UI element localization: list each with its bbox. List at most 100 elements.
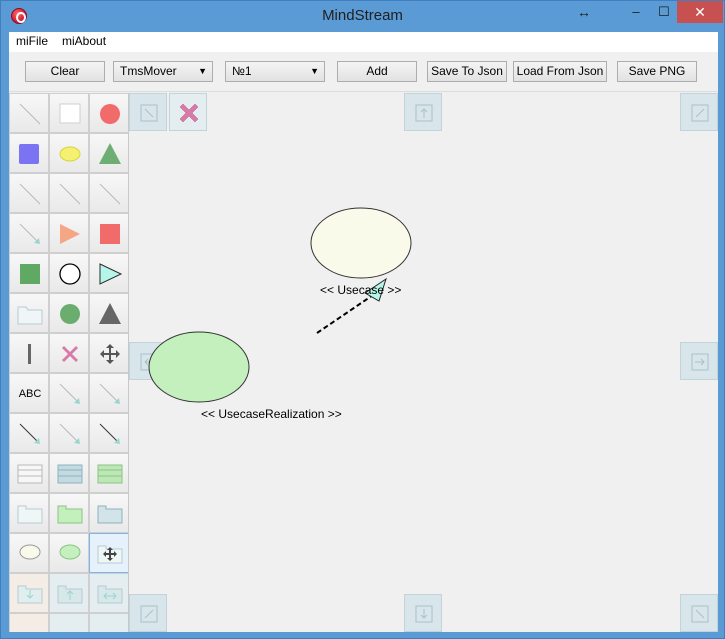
arrow-line-icon (59, 383, 80, 404)
blue-square-icon (19, 144, 39, 164)
right-triangle-tool[interactable] (49, 213, 89, 253)
chevron-down-icon: ▼ (198, 66, 207, 76)
arrow-line-tool-4[interactable] (49, 413, 89, 453)
chevron-down-icon: ▼ (310, 66, 319, 76)
add-button[interactable]: Add (337, 61, 417, 82)
menu-file[interactable]: miFile (16, 34, 48, 48)
client-area: miFile miAbout Clear TmsMover ▼ №1 ▼ Add… (9, 32, 718, 632)
package-down-tool[interactable] (9, 573, 49, 613)
package-tool[interactable] (9, 493, 49, 533)
green-circle-icon (60, 304, 80, 324)
rectangle-icon (59, 103, 81, 124)
window-title: MindStream (322, 7, 403, 24)
package-green-icon (57, 505, 83, 524)
arrow-line-tool-3[interactable] (89, 373, 128, 413)
arrow-line-icon (19, 223, 40, 244)
text-tool[interactable]: ABC (9, 373, 49, 413)
line-tool[interactable] (9, 93, 49, 133)
text-tool-label: ABC (18, 388, 42, 400)
diagram-drawing (148, 207, 412, 403)
move-icon (100, 344, 120, 364)
maximize-button[interactable]: ☐ (651, 1, 677, 23)
green-triangle-icon (99, 143, 121, 164)
circle-tool[interactable] (89, 93, 128, 133)
rectangle-tool[interactable] (49, 93, 89, 133)
title-bar: MindStream ↔ – ☐ ✕ (1, 1, 724, 32)
vertical-line-tool[interactable] (9, 333, 49, 373)
dark-arrow-icon (99, 423, 120, 444)
package-green-tool[interactable] (49, 493, 89, 533)
class-icon (17, 464, 43, 484)
palette-extra-tool-2[interactable] (49, 613, 89, 632)
diagram-canvas[interactable]: << Usecase >> << UsecaseRealization >> (129, 93, 718, 632)
number-select-value: №1 (232, 64, 252, 78)
usecase-realization-ellipse[interactable] (148, 331, 250, 403)
triangle-tool[interactable] (89, 133, 128, 173)
realization-arrow-line[interactable] (316, 292, 377, 334)
square-tool[interactable] (9, 133, 49, 173)
red-circle-icon (100, 104, 120, 124)
circle-outline-icon (59, 263, 81, 285)
palette-extra-tool-3[interactable] (89, 613, 128, 632)
gray-triangle-tool[interactable] (89, 293, 128, 333)
folder-tool[interactable] (9, 293, 49, 333)
arrow-line-icon (99, 383, 120, 404)
package-up-tool[interactable] (49, 573, 89, 613)
red-square-tool[interactable] (89, 213, 128, 253)
class-blue-icon (57, 464, 83, 484)
number-select[interactable]: №1 ▼ (225, 61, 325, 82)
line-icon (19, 183, 41, 205)
menu-about[interactable]: miAbout (62, 34, 106, 48)
line-tool-4[interactable] (89, 173, 128, 213)
green-circle-tool[interactable] (49, 293, 89, 333)
delete-icon (62, 346, 78, 362)
class-blue-tool[interactable] (49, 453, 89, 493)
class-tool[interactable] (9, 453, 49, 493)
package-move-icon (97, 545, 123, 564)
package-both-tool[interactable] (89, 573, 128, 613)
usecase-tool[interactable] (9, 533, 49, 573)
line-icon (19, 103, 41, 125)
minimize-button[interactable]: – (623, 1, 649, 23)
arrow-line-icon (59, 423, 80, 444)
arrow-line-tool[interactable] (9, 213, 49, 253)
move-tool[interactable] (89, 333, 128, 373)
usecase-ellipse[interactable] (310, 207, 412, 279)
green-square-icon (20, 264, 40, 284)
clear-button[interactable]: Clear (25, 61, 105, 82)
arrow-line-tool-2[interactable] (49, 373, 89, 413)
realization-label: << UsecaseRealization >> (201, 407, 342, 421)
toolbar: Clear TmsMover ▼ №1 ▼ Add Save To Json L… (9, 52, 718, 92)
package-down-icon (17, 585, 43, 604)
cyan-triangle-tool[interactable] (89, 253, 128, 293)
dark-arrow-tool[interactable] (9, 413, 49, 453)
mover-select[interactable]: TmsMover ▼ (113, 61, 213, 82)
ellipse-tool[interactable] (49, 133, 89, 173)
usecase-realization-icon (59, 544, 81, 560)
usecase-icon (19, 544, 41, 560)
close-button[interactable]: ✕ (677, 1, 723, 23)
save-json-button[interactable]: Save To Json (427, 61, 507, 82)
package-move-tool[interactable] (89, 533, 128, 573)
line-tool-3[interactable] (49, 173, 89, 213)
dark-arrow-tool-2[interactable] (89, 413, 128, 453)
circle-outline-tool[interactable] (49, 253, 89, 293)
palette-extra-tool-1[interactable] (9, 613, 49, 632)
tool-palette: ABC (9, 93, 129, 632)
yellow-ellipse-icon (59, 146, 81, 162)
package-blue-icon (97, 505, 123, 524)
usecase-realization-tool[interactable] (49, 533, 89, 573)
delete-tool[interactable] (49, 333, 89, 373)
app-window: MindStream ↔ – ☐ ✕ miFile miAbout Clear … (0, 0, 725, 639)
green-square-tool[interactable] (9, 253, 49, 293)
line-icon (99, 183, 121, 205)
resize-icon[interactable]: ↔ (571, 1, 597, 23)
package-blue-tool[interactable] (89, 493, 128, 533)
class-green-tool[interactable] (89, 453, 128, 493)
line-tool-2[interactable] (9, 173, 49, 213)
mover-select-value: TmsMover (120, 64, 177, 78)
save-png-button[interactable]: Save PNG (617, 61, 697, 82)
package-both-icon (97, 585, 123, 604)
dark-arrow-icon (19, 423, 40, 444)
load-json-button[interactable]: Load From Json (513, 61, 607, 82)
